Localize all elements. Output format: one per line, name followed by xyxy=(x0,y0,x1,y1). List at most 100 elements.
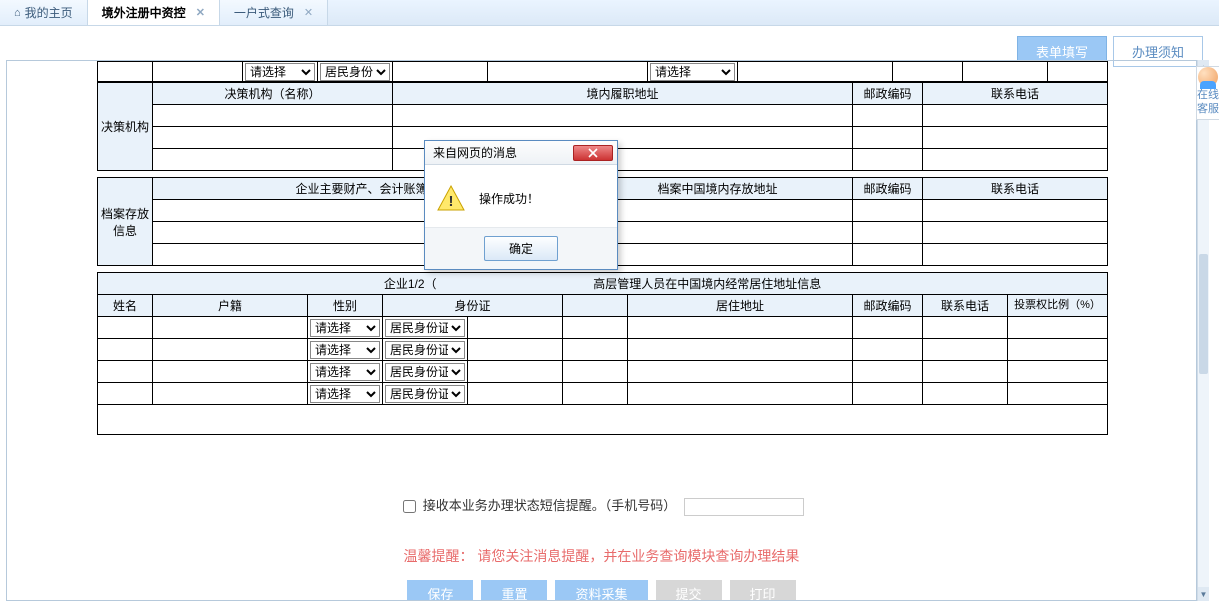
cell[interactable] xyxy=(923,105,1108,127)
cell[interactable] xyxy=(393,105,853,127)
cell[interactable] xyxy=(153,361,308,383)
cell[interactable] xyxy=(153,317,308,339)
cell[interactable] xyxy=(923,127,1108,149)
cell[interactable] xyxy=(853,222,923,244)
cell[interactable]: 居民身份证 xyxy=(383,339,468,361)
decision-org-label: 决策机构 xyxy=(98,83,153,171)
cell[interactable] xyxy=(563,361,628,383)
cell[interactable] xyxy=(563,383,628,405)
tab-label: 我的主页 xyxy=(25,4,73,21)
action-buttons: 保存 重置 资料采集 提交 打印 xyxy=(97,580,1106,601)
cell[interactable] xyxy=(1008,383,1108,405)
cell[interactable] xyxy=(853,383,923,405)
ok-button[interactable]: 确定 xyxy=(484,236,558,261)
cell[interactable] xyxy=(853,149,923,171)
cell[interactable] xyxy=(153,127,393,149)
cell[interactable] xyxy=(98,317,153,339)
reset-button[interactable]: 重置 xyxy=(481,580,547,601)
th-archive-addr: 档案中国境内存放地址 xyxy=(583,178,853,200)
cell[interactable]: 居民身份证 xyxy=(318,62,393,82)
cell[interactable] xyxy=(563,317,628,339)
cell[interactable] xyxy=(853,200,923,222)
cell[interactable] xyxy=(923,244,1108,266)
tab-single-query[interactable]: 一户式查询 ✕ xyxy=(220,0,328,25)
cell[interactable] xyxy=(923,339,1008,361)
cell xyxy=(963,62,1048,82)
th-gender: 性别 xyxy=(308,295,383,317)
cell[interactable] xyxy=(98,339,153,361)
scroll-thumb[interactable] xyxy=(1199,254,1208,374)
cell[interactable] xyxy=(468,339,563,361)
cell[interactable] xyxy=(153,149,393,171)
cell[interactable]: 请选择 xyxy=(308,361,383,383)
table-row: 请选择 居民身份证 xyxy=(98,383,1108,405)
cell[interactable] xyxy=(153,383,308,405)
cell[interactable] xyxy=(853,361,923,383)
tab-overseas-reg[interactable]: 境外注册中资控 ✕ xyxy=(88,0,220,25)
cell[interactable]: 请选择 xyxy=(308,383,383,405)
dialog-titlebar: 来自网页的消息 xyxy=(425,141,617,165)
cell[interactable] xyxy=(583,244,853,266)
cell[interactable] xyxy=(853,339,923,361)
sms-checkbox[interactable] xyxy=(403,500,416,513)
close-icon[interactable]: ✕ xyxy=(304,6,313,19)
cell[interactable] xyxy=(583,200,853,222)
print-button[interactable]: 打印 xyxy=(730,580,796,601)
cell[interactable] xyxy=(98,383,153,405)
cell[interactable] xyxy=(923,361,1008,383)
tab-home[interactable]: ⌂ 我的主页 xyxy=(0,0,88,25)
cell[interactable] xyxy=(628,361,853,383)
scroll-track[interactable] xyxy=(1198,74,1209,587)
close-icon[interactable]: ✕ xyxy=(196,6,205,19)
archive-label: 档案存放信息 xyxy=(98,178,153,266)
cell[interactable] xyxy=(628,339,853,361)
collect-button[interactable]: 资料采集 xyxy=(555,580,647,601)
cell[interactable] xyxy=(923,317,1008,339)
cell[interactable]: 居民身份证 xyxy=(383,317,468,339)
cell xyxy=(1048,62,1108,82)
cell[interactable] xyxy=(923,222,1108,244)
cell[interactable]: 请选择 xyxy=(308,339,383,361)
sms-phone-input[interactable] xyxy=(684,498,804,516)
cell[interactable]: 居民身份证 xyxy=(383,361,468,383)
cell[interactable] xyxy=(563,339,628,361)
cell[interactable]: 居民身份证 xyxy=(383,383,468,405)
warm-reminder: 温馨提醒： 请您关注消息提醒，并在业务查询模块查询办理结果 xyxy=(97,546,1106,566)
select-idtype: 居民身份证 xyxy=(385,385,465,403)
cell[interactable] xyxy=(153,339,308,361)
cell[interactable] xyxy=(468,383,563,405)
dialog-close-button[interactable] xyxy=(573,145,613,161)
th-decision-org: 决策机构（名称） xyxy=(153,83,393,105)
cell[interactable] xyxy=(853,317,923,339)
cell[interactable] xyxy=(923,149,1108,171)
vertical-scrollbar[interactable]: ▲ ▼ xyxy=(1197,60,1209,601)
cell[interactable] xyxy=(628,317,853,339)
cell[interactable]: 请选择 xyxy=(243,62,318,82)
th-phone: 联系电话 xyxy=(923,178,1108,200)
cell[interactable] xyxy=(853,127,923,149)
submit-button[interactable]: 提交 xyxy=(656,580,722,601)
cell[interactable] xyxy=(1008,361,1108,383)
cell[interactable] xyxy=(923,200,1108,222)
cell[interactable] xyxy=(583,222,853,244)
cell[interactable] xyxy=(468,361,563,383)
select-idtype: 居民身份证 xyxy=(385,319,465,337)
th-post: 邮政编码 xyxy=(853,83,923,105)
select-idtype: 居民身份证 xyxy=(385,363,465,381)
cell[interactable] xyxy=(1008,339,1108,361)
save-button[interactable]: 保存 xyxy=(407,580,473,601)
cell[interactable] xyxy=(853,244,923,266)
cell[interactable]: 请选择 xyxy=(308,317,383,339)
cell[interactable] xyxy=(923,383,1008,405)
cell[interactable] xyxy=(853,105,923,127)
cell[interactable] xyxy=(628,383,853,405)
mgmt-title-right: 高层管理人员在中国境内经常居住地址信息 xyxy=(593,277,821,291)
cell[interactable] xyxy=(468,317,563,339)
th-post: 邮政编码 xyxy=(853,295,923,317)
cell[interactable]: 请选择 xyxy=(648,62,738,82)
cell[interactable] xyxy=(153,105,393,127)
cell[interactable] xyxy=(98,361,153,383)
scroll-down-icon[interactable]: ▼ xyxy=(1198,587,1209,601)
cell[interactable] xyxy=(1008,317,1108,339)
online-service-widget[interactable]: 在线 客服 xyxy=(1196,66,1219,120)
